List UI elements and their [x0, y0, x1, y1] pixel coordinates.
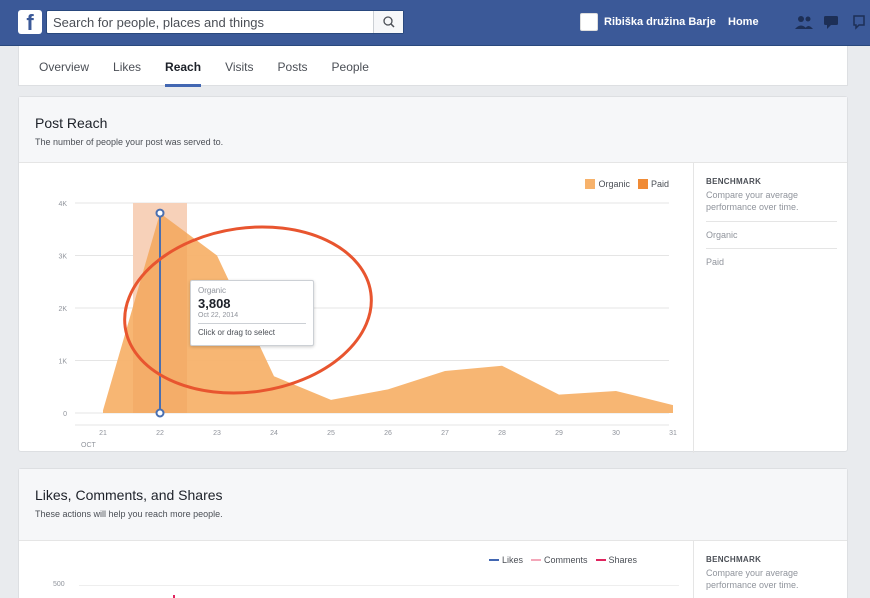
facebook-logo[interactable]: f	[18, 10, 42, 35]
reach-tooltip: Organic 3,808 Oct 22, 2014 Click or drag…	[190, 280, 314, 346]
benchmark-description: Compare your average performance over ti…	[706, 189, 837, 222]
lcs-legend-label: Shares	[608, 555, 638, 565]
x-tick-label: 31	[669, 430, 677, 437]
post-reach-card: Post Reach The number of people your pos…	[18, 96, 849, 453]
benchmark-panel: BENCHMARK Compare your average performan…	[693, 163, 849, 453]
selected-point[interactable]	[155, 208, 165, 218]
tab-people[interactable]: People	[332, 46, 369, 86]
lcs-legend-line	[595, 559, 606, 561]
lcs-legend-item-shares[interactable]: Shares	[595, 555, 638, 565]
benchmark-title: BENCHMARK	[706, 177, 762, 186]
x-tick-label: 27	[441, 430, 449, 437]
reach-chart-area[interactable]: 0 1K 2K 3K 4K 21 22 23 24 25 26 27 28 29 30 31 OCT	[19, 163, 691, 453]
lcs-header: Likes, Comments, and Shares These action…	[19, 469, 847, 541]
tab-likes[interactable]: Likes	[113, 46, 141, 86]
x-tick-label: 29	[555, 430, 563, 437]
x-tick-label: 28	[498, 430, 506, 437]
tooltip-series: Organic	[198, 286, 227, 295]
top-bar: f Ribiška družina Barje Home	[0, 0, 870, 46]
lcs-benchmark-description: Compare your average performance over ti…	[706, 568, 799, 590]
top-icons	[794, 13, 870, 31]
legend-label: Paid	[650, 179, 669, 189]
lcs-legend-item-likes[interactable]: Likes	[489, 555, 523, 565]
y-tick-label: 1K	[58, 359, 67, 366]
page-switcher[interactable]: Ribiška družina Barje	[580, 13, 716, 31]
y-tick-label: 0	[63, 411, 67, 418]
lcs-legend: Likes Comments Shares	[489, 555, 637, 565]
chart-legend: Organic Paid	[585, 179, 669, 189]
insights-tabs: Overview Likes Reach Visits Posts People	[18, 46, 848, 87]
lcs-benchmark-title: BENCHMARK	[706, 555, 762, 564]
lcs-subtitle: These actions will help you reach more p…	[35, 509, 223, 519]
benchmark-organic[interactable]: Organic	[706, 222, 837, 249]
legend-label: Organic	[598, 179, 630, 189]
lcs-legend-line	[531, 559, 542, 561]
page-name: Ribiška družina Barje	[604, 16, 716, 28]
post-reach-subtitle: The number of people your post was serve…	[35, 137, 224, 147]
legend-swatch	[637, 179, 648, 189]
page-avatar	[580, 13, 598, 31]
search-input[interactable]	[47, 11, 367, 33]
reach-chart[interactable]: 0 1K 2K 3K 4K 21 22 23 24 25 26 27 28 29 30 31 OCT	[19, 163, 691, 453]
tooltip-value: 3,808	[198, 296, 231, 311]
post-reach-header: Post Reach The number of people your pos…	[19, 97, 847, 163]
tab-list: Overview Likes Reach Visits Posts People	[19, 46, 847, 87]
legend-swatch	[585, 179, 596, 189]
search-button[interactable]	[373, 11, 403, 33]
tab-reach[interactable]: Reach	[165, 46, 202, 87]
search-box	[46, 10, 404, 34]
x-tick-label: 24	[270, 430, 278, 437]
x-tick-label: 30	[612, 430, 620, 437]
tab-overview[interactable]: Overview	[39, 46, 89, 86]
friend-requests-icon[interactable]	[794, 13, 814, 31]
y-tick-label: 3K	[58, 254, 67, 261]
x-tick-label: 21	[99, 430, 107, 437]
lcs-gridline	[79, 585, 679, 586]
x-axis-month-label: OCT	[81, 442, 97, 449]
lcs-title: Likes, Comments, and Shares	[35, 487, 223, 503]
tab-posts[interactable]: Posts	[278, 46, 308, 86]
y-tick-label: 4K	[58, 201, 67, 208]
messages-icon[interactable]	[822, 13, 842, 31]
lcs-y-tick: 500	[53, 581, 65, 588]
likes-comments-shares-card: Likes, Comments, and Shares These action…	[18, 468, 848, 598]
lcs-benchmark-panel: BENCHMARK Compare your average performan…	[693, 541, 849, 598]
legend-item-organic[interactable]: Organic	[585, 179, 630, 189]
x-tick-label: 22	[156, 430, 164, 437]
organic-area[interactable]	[103, 213, 673, 413]
y-tick-label: 2K	[58, 306, 67, 313]
home-link[interactable]: Home	[728, 16, 759, 28]
benchmark-paid[interactable]: Paid	[706, 249, 837, 275]
selected-baseline-point[interactable]	[155, 408, 165, 418]
tooltip-date: Oct 22, 2014	[198, 312, 306, 324]
legend-item-paid[interactable]: Paid	[637, 179, 669, 189]
lcs-legend-item-comments[interactable]: Comments	[531, 555, 588, 565]
tab-visits[interactable]: Visits	[225, 46, 253, 86]
x-tick-label: 26	[384, 430, 392, 437]
lcs-legend-label: Likes	[502, 555, 524, 565]
x-tick-label: 25	[327, 430, 335, 437]
x-tick-label: 23	[213, 430, 221, 437]
lcs-legend-line	[489, 559, 499, 561]
search-icon	[383, 16, 395, 28]
tooltip-hint: Click or drag to select	[198, 328, 275, 337]
notifications-icon[interactable]	[850, 13, 870, 31]
lcs-legend-label: Comments	[544, 555, 588, 565]
post-reach-title: Post Reach	[35, 115, 108, 131]
